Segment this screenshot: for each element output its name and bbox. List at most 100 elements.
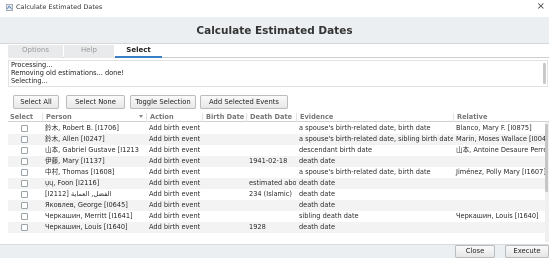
person-cell: Черкашин, Louis [I1640]: [45, 223, 128, 231]
dialog-heading: Calculate Estimated Dates: [196, 25, 353, 37]
row-checkbox[interactable]: [21, 224, 28, 231]
birth-date-cell: [202, 156, 246, 167]
person-cell: 鈴木, Allen [I0247]: [45, 135, 105, 143]
evidence-cell: a spouse's birth-related date, birth dat…: [299, 168, 431, 176]
birth-date-cell: [202, 145, 246, 156]
select-all-button[interactable]: Select All: [13, 95, 59, 109]
relative-cell: [453, 156, 549, 167]
action-cell: Add birth event: [149, 124, 201, 132]
row-checkbox[interactable]: [21, 147, 28, 154]
evidence-cell: death date: [299, 157, 336, 165]
death-date-cell: [246, 167, 296, 178]
relative-cell: [453, 178, 549, 189]
row-checkbox[interactable]: [21, 191, 28, 198]
log-line: Removing old estimations... done!: [11, 69, 125, 77]
table-row[interactable]: Черкашин, Merritt [I1641] Add birth even…: [8, 211, 549, 222]
table-row[interactable]: [I2112] الفضل, العماية Add birth event 2…: [8, 189, 549, 200]
relative-cell: [453, 189, 549, 200]
tab-help[interactable]: Help: [64, 45, 114, 58]
row-checkbox[interactable]: [21, 158, 28, 165]
action-cell: Add birth event: [149, 168, 201, 176]
person-cell: [I2112] الفضل, العماية: [45, 190, 112, 198]
birth-date-cell: [202, 123, 246, 134]
table-row[interactable]: 鈴木, Allen [I0247] Add birth event a spou…: [8, 134, 549, 145]
toggle-selection-button[interactable]: Toggle Selection: [130, 95, 196, 109]
tab-bar: Options Help Select: [8, 45, 549, 58]
close-icon[interactable]: ×: [537, 1, 545, 13]
sort-descending-icon: [139, 115, 143, 118]
table-row[interactable]: Черкашин, Louis [I1640] Add birth event …: [8, 222, 549, 233]
death-date-cell: 234 (Islamic): [249, 190, 292, 198]
action-cell: Add birth event: [149, 223, 201, 231]
select-none-button[interactable]: Select None: [66, 95, 125, 109]
dialog-header: Calculate Estimated Dates: [0, 17, 549, 44]
evidence-cell: death date: [299, 190, 336, 198]
table-row[interactable]: Яковлев, George [I0645] Add birth event …: [8, 200, 549, 211]
action-cell: Add birth event: [149, 201, 201, 209]
add-selected-events-button[interactable]: Add Selected Events: [200, 95, 288, 109]
table-row[interactable]: 伊藤, Mary [I1137] Add birth event 1941-02…: [8, 156, 549, 167]
relative-cell: Blanco, Mary F. [I0875]: [456, 124, 532, 132]
death-date-cell: [246, 200, 296, 211]
action-cell: Add birth event: [149, 179, 201, 187]
column-birth-date[interactable]: Birth Date: [202, 113, 246, 122]
column-action[interactable]: Action: [146, 113, 202, 122]
person-cell: 伊藤, Mary [I1137]: [45, 157, 105, 165]
relative-cell: Jiménez, Polly Mary [I1607]: [456, 168, 546, 176]
evidence-cell: descendant birth date: [299, 146, 373, 154]
action-cell: Add birth event: [149, 146, 201, 154]
column-person-label: Person: [46, 113, 72, 121]
action-cell: Add birth event: [149, 135, 201, 143]
tab-select[interactable]: Select: [115, 45, 162, 58]
table-row[interactable]: 中村, Thomas [I1608] Add birth event a spo…: [8, 167, 549, 178]
row-checkbox[interactable]: [21, 136, 28, 143]
column-death-date[interactable]: Death Date: [246, 113, 296, 122]
evidence-cell: death date: [299, 179, 336, 187]
close-button[interactable]: Close: [455, 245, 495, 258]
tab-options[interactable]: Options: [8, 45, 63, 58]
birth-date-cell: [202, 134, 246, 145]
column-relative[interactable]: Relative: [453, 113, 549, 122]
table-row[interactable]: ụų, Foon [I2116] Add birth event estimat…: [8, 178, 549, 189]
table-row[interactable]: 鈴木, Robert B. [I1706] Add birth event a …: [8, 123, 549, 134]
row-checkbox[interactable]: [21, 169, 28, 176]
gramps-app-icon: [6, 4, 13, 11]
relative-cell: [453, 222, 549, 233]
birth-date-cell: [202, 200, 246, 211]
birth-date-cell: [202, 167, 246, 178]
row-checkbox[interactable]: [21, 213, 28, 220]
evidence-cell: death date: [299, 201, 336, 209]
death-date-cell: [246, 145, 296, 156]
log-line: Processing...: [11, 61, 53, 69]
table-scrollbar-thumb[interactable]: [545, 124, 548, 192]
execute-button[interactable]: Execute: [505, 245, 549, 258]
row-checkbox[interactable]: [21, 202, 28, 209]
person-cell: 鈴木, Robert B. [I1706]: [45, 124, 119, 132]
table-scrollbar[interactable]: [545, 122, 549, 242]
log-scrollbar[interactable]: [543, 63, 546, 84]
birth-date-cell: [202, 189, 246, 200]
column-person[interactable]: Person: [42, 113, 146, 122]
table-row[interactable]: 山本, Gabriel Gustave [I1213 Add birth eve…: [8, 145, 549, 156]
table-header: Select Person Action Birth Date Death Da…: [8, 113, 549, 122]
progress-log: Processing... Removing old estimations..…: [8, 60, 548, 87]
person-cell: Яковлев, George [I0645]: [45, 201, 128, 209]
death-date-cell: estimated abo: [249, 179, 296, 187]
birth-date-cell: [202, 222, 246, 233]
action-cell: Add birth event: [149, 212, 201, 220]
evidence-cell: a spouse's birth-related date, birth dat…: [299, 124, 431, 132]
column-select[interactable]: Select: [8, 113, 42, 122]
relative-cell: Marin, Moses Wallace [I0049: [456, 135, 549, 143]
row-checkbox[interactable]: [21, 125, 28, 132]
window-titlebar: Calculate Estimated Dates ×: [0, 0, 549, 16]
person-cell: 中村, Thomas [I1608]: [45, 168, 115, 176]
action-cell: Add birth event: [149, 190, 201, 198]
events-table: Select Person Action Birth Date Death Da…: [8, 113, 549, 243]
row-checkbox[interactable]: [21, 180, 28, 187]
column-evidence[interactable]: Evidence: [296, 113, 453, 122]
evidence-cell: death date: [299, 223, 336, 231]
death-date-cell: [246, 134, 296, 145]
birth-date-cell: [202, 178, 246, 189]
person-cell: ụų, Foon [I2116]: [45, 179, 100, 187]
death-date-cell: [246, 123, 296, 134]
